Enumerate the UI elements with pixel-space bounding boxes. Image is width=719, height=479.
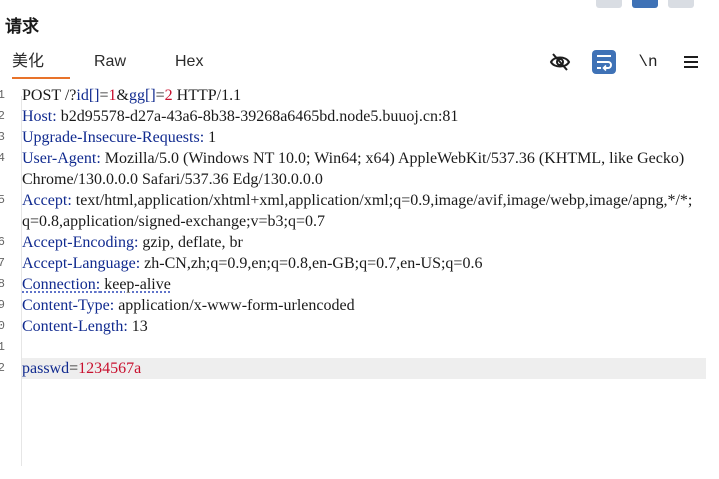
header-line: Connection: keep-alive	[22, 276, 171, 293]
header-value: Mozilla/5.0 (Windows NT 10.0; Win64; x64…	[22, 150, 689, 188]
query-param-name: gg[]	[128, 87, 156, 104]
body-param-value: 1234567a	[78, 360, 142, 377]
header-name: Content-Type	[22, 297, 110, 314]
toolbar-stub-right[interactable]	[668, 0, 694, 8]
header-name: Accept	[22, 192, 68, 209]
header-line: Content-Type: application/x-www-form-url…	[22, 297, 355, 314]
line-number: 1	[0, 88, 5, 102]
body-param-name: passwd	[22, 360, 70, 377]
line-number: 4	[0, 151, 5, 165]
header-line: Upgrade-Insecure-Requests: 1	[22, 129, 217, 146]
query-param-value: 1	[108, 87, 117, 104]
toolbar-stub-active[interactable]	[632, 0, 658, 8]
request-editor[interactable]: 1 POST /?id[]=1&gg[]=2 HTTP/1.1 2 Host: …	[0, 85, 719, 379]
header-value: gzip, deflate, br	[138, 234, 243, 251]
line-number: 2	[0, 361, 5, 375]
query-param-name: id[]	[76, 87, 100, 104]
header-name: Connection	[22, 276, 96, 293]
request-protocol: HTTP/1.1	[172, 87, 242, 104]
tab-hex[interactable]: Hex	[175, 50, 203, 77]
header-value: application/x-www-form-urlencoded	[114, 297, 355, 314]
line-number: 7	[0, 256, 5, 270]
header-value: keep-alive	[100, 276, 171, 293]
header-value: zh-CN,zh;q=0.9,en;q=0.8,en-GB;q=0.7,en-U…	[140, 255, 483, 272]
line-number: 9	[0, 298, 5, 312]
header-name: User-Agent	[22, 150, 97, 167]
query-eq: =	[155, 87, 165, 104]
query-eq: =	[99, 87, 109, 104]
query-param-value: 2	[164, 87, 173, 104]
newline-label: \n	[638, 53, 658, 71]
request-line: POST /?id[]=1&gg[]=2 HTTP/1.1	[22, 85, 698, 106]
panel-title: 请求	[5, 17, 39, 37]
request-method-path: POST /?	[22, 87, 77, 104]
header-value: text/html,application/xhtml+xml,applicat…	[22, 192, 693, 230]
header-value: 13	[127, 318, 148, 335]
code-line: 8 Connection: keep-alive	[0, 274, 719, 295]
body-eq: =	[69, 360, 79, 377]
header-value: b2d95578-d27a-43a6-8b38-39268a6465bd.nod…	[56, 108, 459, 125]
query-amp: &	[116, 87, 129, 104]
code-line: 4 User-Agent: Mozilla/5.0 (Windows NT 10…	[0, 148, 719, 190]
header-line: Accept: text/html,application/xhtml+xml,…	[22, 192, 693, 230]
header-name: Host	[22, 108, 53, 125]
header-name: Content-Length	[22, 318, 124, 335]
body-line: passwd=1234567a	[22, 358, 706, 379]
header-name: Accept-Encoding	[22, 234, 134, 251]
header-line: User-Agent: Mozilla/5.0 (Windows NT 10.0…	[22, 150, 689, 188]
code-line: 5 Accept: text/html,application/xhtml+xm…	[0, 190, 719, 232]
line-number: 0	[0, 319, 5, 333]
header-value: 1	[204, 129, 217, 146]
line-number: 1	[0, 340, 5, 354]
code-line: 7 Accept-Language: zh-CN,zh;q=0.9,en;q=0…	[0, 253, 719, 274]
code-line: 0 Content-Length: 13	[0, 316, 719, 337]
header-line: Host: b2d95578-d27a-43a6-8b38-39268a6465…	[22, 108, 459, 125]
code-line: 1 POST /?id[]=1&gg[]=2 HTTP/1.1	[0, 85, 719, 106]
hamburger-menu-icon[interactable]	[679, 50, 703, 74]
tab-raw[interactable]: Raw	[94, 50, 126, 77]
header-line: Accept-Encoding: gzip, deflate, br	[22, 234, 243, 251]
line-number: 2	[0, 109, 5, 123]
line-number: 6	[0, 235, 5, 249]
code-line: 2 passwd=1234567a	[0, 358, 719, 379]
word-wrap-icon[interactable]	[592, 50, 616, 74]
line-number: 3	[0, 130, 5, 144]
header-line: Accept-Language: zh-CN,zh;q=0.9,en;q=0.8…	[22, 255, 483, 272]
newline-toggle-button[interactable]: \n	[636, 50, 660, 74]
header-line: Content-Length: 13	[22, 318, 148, 335]
eye-off-icon[interactable]	[548, 50, 572, 74]
code-line: 1	[0, 337, 719, 358]
line-number: 8	[0, 277, 5, 291]
toolbar-stub-left[interactable]	[596, 0, 622, 8]
code-line: 6 Accept-Encoding: gzip, deflate, br	[0, 232, 719, 253]
code-line: 2 Host: b2d95578-d27a-43a6-8b38-39268a64…	[0, 106, 719, 127]
header-name: Upgrade-Insecure-Requests	[22, 129, 200, 146]
code-line: 9 Content-Type: application/x-www-form-u…	[0, 295, 719, 316]
header-name: Accept-Language	[22, 255, 136, 272]
code-line: 3 Upgrade-Insecure-Requests: 1	[0, 127, 719, 148]
line-number: 5	[0, 193, 5, 207]
tab-pretty[interactable]: 美化	[12, 50, 70, 79]
